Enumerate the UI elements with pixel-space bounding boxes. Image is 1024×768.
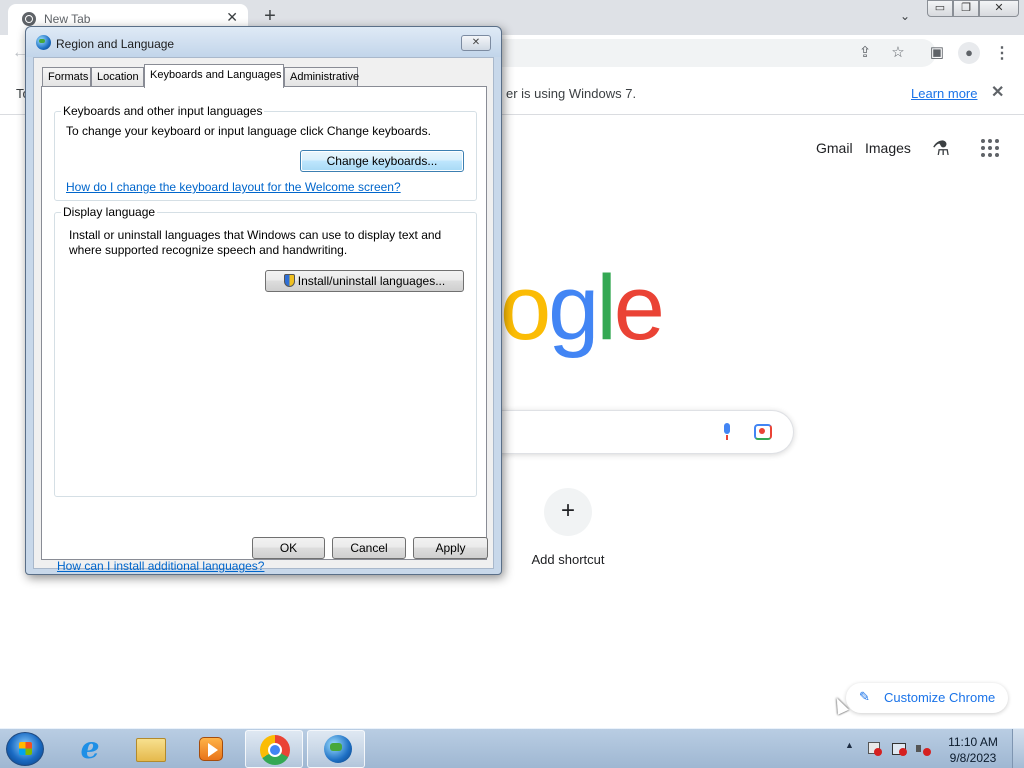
customize-chrome-button[interactable]: ✎ Customize Chrome — [846, 683, 1008, 713]
menu-icon[interactable]: ⋮ — [992, 43, 1012, 63]
volume-muted-icon[interactable] — [915, 741, 931, 757]
region-and-language-dialog: Region and Language ✕ Formats Location K… — [25, 26, 502, 575]
voice-search-icon[interactable] — [722, 423, 732, 441]
display-language-legend: Display language — [61, 205, 158, 219]
tab-search-chevron-icon[interactable]: ⌄ — [897, 6, 913, 26]
tab-administrative[interactable]: Administrative — [284, 67, 359, 87]
share-icon[interactable]: ⇪ — [855, 43, 875, 61]
tab-formats[interactable]: Formats — [42, 67, 91, 87]
gmail-link[interactable]: Gmail — [816, 140, 853, 156]
tab-title: New Tab — [44, 12, 91, 26]
keyboards-tab-panel: Keyboards and other input languages To c… — [41, 86, 487, 573]
add-shortcut-label[interactable]: Add shortcut — [520, 552, 616, 567]
media-player-icon — [199, 737, 223, 761]
images-link[interactable]: Images — [865, 140, 911, 156]
chrome-favicon-icon — [22, 12, 36, 26]
taskbar-region-and-language[interactable] — [307, 730, 365, 768]
side-panel-icon[interactable]: ▣ — [927, 43, 947, 61]
tab-keyboards-and-languages[interactable]: Keyboards and Languages — [144, 64, 284, 88]
keyboards-group-legend: Keyboards and other input languages — [61, 104, 265, 118]
new-tab-button[interactable]: + — [258, 4, 282, 28]
globe-clock-icon — [324, 735, 352, 763]
install-uninstall-languages-button[interactable]: Install/uninstall languages... — [265, 270, 464, 292]
start-button[interactable] — [6, 732, 44, 766]
maximize-button[interactable]: ❐ — [953, 0, 979, 17]
globe-icon — [36, 35, 51, 50]
install-additional-languages-link[interactable]: How can I install additional languages? — [57, 559, 264, 573]
apply-button[interactable]: Apply — [413, 537, 488, 559]
minimize-button[interactable]: ▭ — [927, 0, 953, 17]
clock-time: 11:10 AM — [948, 735, 998, 749]
star-icon[interactable]: ☆ — [888, 43, 908, 61]
display-language-description: Install or uninstall languages that Wind… — [69, 228, 442, 257]
keyboards-description: To change your keyboard or input languag… — [66, 124, 431, 138]
uac-shield-icon — [283, 274, 295, 287]
pencil-icon: ✎ — [859, 689, 870, 704]
change-keyboards-button[interactable]: Change keyboards... — [300, 150, 464, 172]
profile-icon[interactable]: ● — [958, 42, 980, 64]
close-window-button[interactable]: ✕ — [979, 0, 1019, 17]
action-center-flag-icon[interactable] — [866, 741, 882, 757]
network-icon[interactable] — [891, 741, 907, 757]
clock-date: 9/8/2023 — [949, 751, 997, 765]
tab-location[interactable]: Location — [91, 67, 144, 87]
folder-icon — [136, 738, 166, 762]
clock[interactable]: 11:10 AM 9/8/2023 — [940, 734, 1006, 766]
taskbar-internet-explorer[interactable]: e — [60, 730, 118, 768]
ok-button[interactable]: OK — [252, 537, 325, 559]
show-desktop-button[interactable] — [1012, 729, 1024, 768]
infobar-close-icon[interactable]: ✕ — [991, 82, 1004, 102]
customize-chrome-label: Customize Chrome — [884, 690, 996, 705]
google-apps-icon[interactable] — [981, 139, 999, 157]
taskbar-chrome[interactable] — [245, 730, 303, 768]
windows-taskbar: e ▲ 11:10 AM 9/8/2023 — [0, 728, 1024, 768]
keyboards-groupbox: Keyboards and other input languages To c… — [54, 104, 477, 201]
dialog-client-area: Formats Location Keyboards and Languages… — [33, 57, 494, 573]
google-lens-icon[interactable] — [754, 424, 772, 440]
dialog-close-button[interactable]: ✕ — [461, 35, 491, 51]
add-shortcut-button[interactable]: + — [544, 488, 592, 536]
welcome-screen-keyboard-help-link[interactable]: How do I change the keyboard layout for … — [66, 180, 401, 194]
dialog-title: Region and Language — [56, 37, 175, 51]
install-uninstall-label: Install/uninstall languages... — [297, 274, 446, 288]
infobar-message-end: er is using Windows 7. — [506, 86, 637, 101]
dialog-titlebar[interactable]: Region and Language ✕ — [26, 27, 501, 57]
display-language-groupbox: Display language Install or uninstall la… — [54, 205, 477, 497]
show-hidden-icons-arrow-icon[interactable]: ▲ — [845, 740, 854, 750]
google-search-box[interactable] — [470, 410, 794, 454]
google-logo: ogle — [500, 257, 665, 359]
taskbar-windows-explorer[interactable] — [121, 730, 179, 768]
cancel-button[interactable]: Cancel — [332, 537, 406, 559]
labs-flask-icon[interactable]: ⚗ — [932, 136, 950, 161]
taskbar-media-player[interactable] — [182, 730, 240, 768]
chrome-icon — [260, 735, 290, 765]
tab-close-icon[interactable]: ✕ — [226, 9, 238, 26]
learn-more-link[interactable]: Learn more — [911, 86, 977, 101]
internet-explorer-icon: e — [80, 731, 100, 766]
